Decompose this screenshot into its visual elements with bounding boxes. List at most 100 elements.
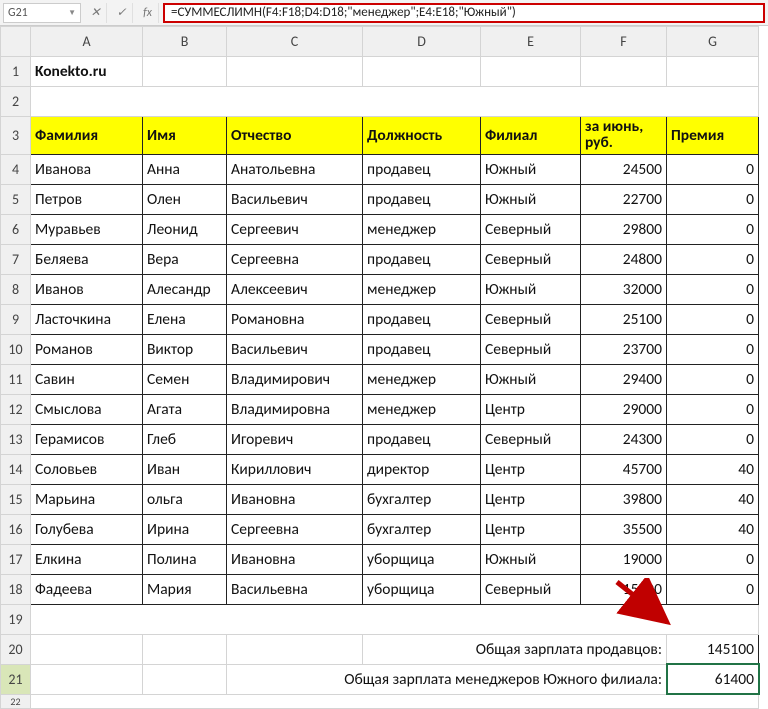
cell[interactable]: 40 [667,454,759,484]
cell[interactable]: Муравьев [31,214,143,244]
enter-icon[interactable]: ✓ [111,3,133,23]
total-value[interactable]: 145100 [667,634,759,664]
cell[interactable] [31,694,759,708]
cell[interactable]: Сергеевна [227,514,363,544]
row-header[interactable]: 7 [1,244,31,274]
cell[interactable]: Соловьев [31,454,143,484]
row-header[interactable]: 14 [1,454,31,484]
cell[interactable]: Иванова [31,154,143,184]
table-header[interactable]: Премия [667,117,759,155]
cell[interactable]: 32000 [581,274,667,304]
cell[interactable]: 0 [667,274,759,304]
row-header[interactable]: 9 [1,304,31,334]
cell[interactable]: 15000 [581,574,667,604]
row-header[interactable]: 19 [1,604,31,634]
cell[interactable] [143,57,227,87]
cell[interactable]: 24500 [581,154,667,184]
cell[interactable]: 24800 [581,244,667,274]
cell[interactable]: Северный [481,214,581,244]
cell[interactable]: Агата [143,394,227,424]
cell[interactable]: 40 [667,484,759,514]
cell[interactable]: Южный [481,274,581,304]
cell[interactable]: Konekto.ru [31,57,143,87]
cell[interactable]: Кириллович [227,454,363,484]
cell[interactable]: Вера [143,244,227,274]
cell[interactable]: Владимирович [227,364,363,394]
cell[interactable]: 0 [667,334,759,364]
cell[interactable] [31,634,143,664]
fx-icon[interactable]: fx [137,3,159,23]
row-header[interactable]: 3 [1,117,31,155]
row-header[interactable]: 20 [1,634,31,664]
col-header-G[interactable]: G [667,27,759,57]
cell[interactable]: 0 [667,424,759,454]
cell[interactable]: директор [363,454,481,484]
cell[interactable]: Анна [143,154,227,184]
col-header-F[interactable]: F [581,27,667,57]
cell[interactable]: Васильевич [227,184,363,214]
cell[interactable]: 29400 [581,364,667,394]
cell[interactable]: Северный [481,334,581,364]
cell[interactable]: менеджер [363,274,481,304]
cell[interactable]: продавец [363,244,481,274]
cell[interactable]: 22700 [581,184,667,214]
row-header[interactable]: 2 [1,87,31,117]
col-header-D[interactable]: D [363,27,481,57]
cell[interactable]: Романов [31,334,143,364]
row-header[interactable]: 1 [1,57,31,87]
cell[interactable]: 39800 [581,484,667,514]
cell[interactable]: Центр [481,484,581,514]
table-header[interactable]: Филиал [481,117,581,155]
cell[interactable]: 29000 [581,394,667,424]
cell[interactable]: Глеб [143,424,227,454]
cell[interactable]: Центр [481,514,581,544]
total-label[interactable]: Общая зарплата продавцов: [363,634,667,664]
table-header[interactable]: Имя [143,117,227,155]
cell[interactable]: 0 [667,154,759,184]
cell[interactable]: 23700 [581,334,667,364]
cell[interactable] [143,634,227,664]
cell[interactable]: 35500 [581,514,667,544]
name-box[interactable]: G21 ▼ [3,3,81,23]
row-header[interactable]: 13 [1,424,31,454]
cell[interactable]: 0 [667,574,759,604]
cell[interactable]: Северный [481,574,581,604]
cell[interactable] [31,604,759,634]
cell[interactable]: Центр [481,394,581,424]
cell[interactable]: уборщица [363,544,481,574]
col-header-B[interactable]: B [143,27,227,57]
col-header-E[interactable]: E [481,27,581,57]
table-header[interactable]: за июнь, руб. [581,117,667,155]
spreadsheet-grid[interactable]: A B C D E F G 1 Konekto.ru 2 3 Фамилия И… [0,26,759,709]
cell[interactable] [31,87,759,117]
cell[interactable] [581,57,667,87]
col-header-A[interactable]: A [31,27,143,57]
cell[interactable]: Мария [143,574,227,604]
cell[interactable] [481,57,581,87]
cell[interactable]: 0 [667,244,759,274]
row-header[interactable]: 17 [1,544,31,574]
cell[interactable]: уборщица [363,574,481,604]
row-header[interactable]: 11 [1,364,31,394]
cell[interactable]: Смыслова [31,394,143,424]
cell[interactable]: ольга [143,484,227,514]
cell[interactable]: менеджер [363,394,481,424]
cell[interactable]: менеджер [363,214,481,244]
cell[interactable]: Романовна [227,304,363,334]
cell[interactable]: продавец [363,424,481,454]
cell[interactable] [227,57,363,87]
row-header[interactable]: 12 [1,394,31,424]
cell[interactable]: менеджер [363,364,481,394]
cell[interactable]: Виктор [143,334,227,364]
cell[interactable]: 40 [667,514,759,544]
row-header[interactable]: 5 [1,184,31,214]
cell[interactable]: Южный [481,154,581,184]
cell[interactable]: Южный [481,544,581,574]
table-header[interactable]: Должность [363,117,481,155]
cell[interactable]: Елена [143,304,227,334]
cell[interactable]: Васильевна [227,574,363,604]
cell[interactable]: Сергеевич [227,214,363,244]
cell[interactable]: 45700 [581,454,667,484]
cell[interactable]: бухгалтер [363,514,481,544]
cell[interactable]: 0 [667,214,759,244]
